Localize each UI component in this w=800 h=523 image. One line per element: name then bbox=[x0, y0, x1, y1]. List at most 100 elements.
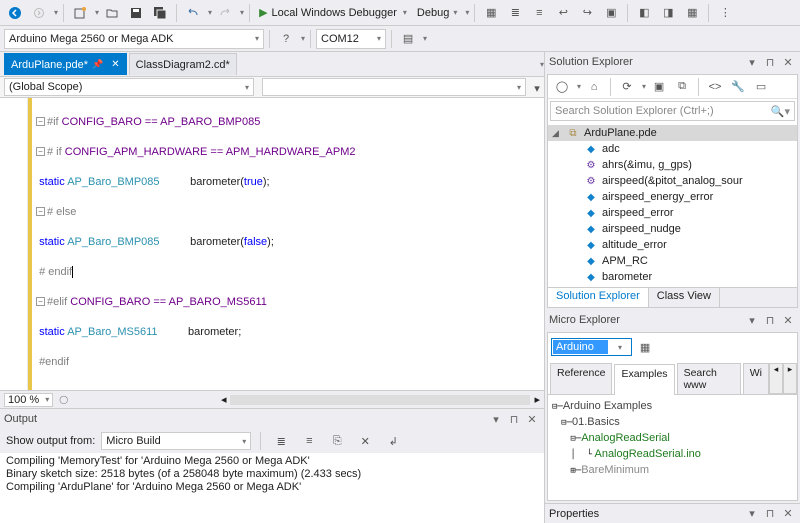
me-search-input[interactable] bbox=[553, 340, 608, 354]
redo-dropdown[interactable]: ▾ bbox=[240, 8, 244, 17]
tb-icon-8[interactable]: ◨ bbox=[657, 2, 679, 24]
se-search-input[interactable]: Search Solution Explorer (Ctrl+;) 🔍▾ bbox=[550, 101, 795, 121]
out-tool-1[interactable]: ≣ bbox=[270, 430, 292, 452]
tree-item[interactable]: ◆airspeed_error bbox=[548, 205, 797, 221]
me-tab-searchwww[interactable]: Search www bbox=[677, 363, 741, 394]
dropdown-icon[interactable]: ▾ bbox=[744, 507, 760, 520]
tb-icon-3[interactable]: ≡ bbox=[528, 2, 550, 24]
help-dropdown[interactable]: ▾ bbox=[301, 34, 305, 43]
tb-icon-7[interactable]: ◧ bbox=[633, 2, 655, 24]
serial-dropdown[interactable]: ▾ bbox=[423, 34, 427, 43]
no-issues-icon[interactable]: ◯ bbox=[59, 395, 68, 404]
pin-icon[interactable]: ⊓ bbox=[762, 507, 778, 520]
close-icon[interactable]: ✕ bbox=[111, 59, 119, 70]
tb-icon-9[interactable]: ▦ bbox=[681, 2, 703, 24]
save-button[interactable] bbox=[125, 2, 147, 24]
se-tree[interactable]: ◢ ⧉ ArduPlane.pde ◆adc⚙ahrs(&imu, g_gps)… bbox=[548, 123, 797, 287]
scope-select[interactable]: (Global Scope)▾ bbox=[4, 78, 254, 96]
nav-history-dropdown[interactable]: ▾ bbox=[54, 8, 58, 17]
h-scrollbar[interactable] bbox=[230, 395, 530, 405]
out-tool-3[interactable]: ⎘ bbox=[326, 430, 348, 452]
platform-select[interactable]: ▾ bbox=[465, 8, 469, 17]
se-code-button[interactable]: <> bbox=[705, 77, 725, 97]
config-select[interactable]: Debug▾ bbox=[413, 2, 461, 24]
nav-back-button[interactable] bbox=[4, 2, 26, 24]
se-preview-button[interactable]: ▭ bbox=[751, 77, 771, 97]
undo-dropdown[interactable]: ▾ bbox=[208, 8, 212, 17]
tab-overflow[interactable]: ▾ bbox=[540, 60, 544, 69]
tree-item[interactable]: ⚙airspeed(&pitot_analog_sour bbox=[548, 173, 797, 189]
editor-tab-arduplane[interactable]: ArduPlane.pde* 📌 ✕ bbox=[4, 53, 127, 75]
se-showall-button[interactable]: ⧉ bbox=[672, 77, 692, 97]
pin-icon[interactable]: ⊓ bbox=[762, 56, 778, 69]
tree-item[interactable]: ◆altitude_error bbox=[548, 237, 797, 253]
tree-root-arduplane[interactable]: ◢ ⧉ ArduPlane.pde bbox=[548, 125, 797, 141]
board-select[interactable]: Arduino Mega 2560 or Mega ADK▾ bbox=[4, 29, 264, 49]
new-project-button[interactable] bbox=[69, 2, 91, 24]
undo-button[interactable] bbox=[182, 2, 204, 24]
me-search-dropdown[interactable]: ▾ bbox=[610, 343, 630, 352]
tree-item[interactable]: ◆airspeed_energy_error bbox=[548, 189, 797, 205]
member-select[interactable]: ▾ bbox=[262, 78, 526, 96]
pin-icon[interactable]: ⊓ bbox=[506, 413, 522, 426]
tab-scroll-left[interactable]: ◂ bbox=[769, 363, 783, 394]
help-button[interactable]: ? bbox=[275, 28, 297, 50]
me-tab-reference[interactable]: Reference bbox=[550, 363, 612, 394]
tree-item[interactable]: ◆adc bbox=[548, 141, 797, 157]
se-properties-button[interactable]: 🔧 bbox=[728, 77, 748, 97]
serial-monitor-button[interactable]: ▤ bbox=[397, 28, 419, 50]
pin-icon[interactable]: ⊓ bbox=[762, 314, 778, 327]
editor-tab-classdiagram[interactable]: ClassDiagram2.cd* bbox=[129, 53, 237, 75]
view-tab-solution[interactable]: Solution Explorer bbox=[548, 288, 649, 307]
new-dropdown[interactable]: ▾ bbox=[95, 8, 99, 17]
close-icon[interactable]: ✕ bbox=[780, 56, 796, 69]
tab-scroll-right[interactable]: ▸ bbox=[783, 363, 797, 394]
split-icon[interactable]: ▾ bbox=[530, 77, 544, 99]
fold-icon[interactable] bbox=[36, 147, 45, 156]
dropdown-icon[interactable]: ▾ bbox=[488, 413, 504, 426]
se-back-button[interactable]: ◯ bbox=[552, 77, 572, 97]
me-go-button[interactable]: ▦ bbox=[634, 336, 656, 358]
tb-icon-4[interactable]: ↩ bbox=[552, 2, 574, 24]
tree-item[interactable]: ⚙ahrs(&imu, g_gps) bbox=[548, 157, 797, 173]
tree-item[interactable]: ◆airspeed_nudge bbox=[548, 221, 797, 237]
start-debug-button[interactable]: ▶ Local Windows Debugger ▾ bbox=[255, 2, 411, 24]
se-sync-button[interactable]: ⟳ bbox=[617, 77, 637, 97]
save-all-button[interactable] bbox=[149, 2, 171, 24]
com-port-select[interactable]: COM12▾ bbox=[316, 29, 386, 49]
zoom-select[interactable]: 100 %▾ bbox=[4, 393, 53, 407]
fold-icon[interactable] bbox=[36, 207, 45, 216]
hscroll-right[interactable]: ▸ bbox=[534, 393, 540, 406]
tb-icon-10[interactable]: ⋮ bbox=[714, 2, 736, 24]
me-tab-wi[interactable]: Wi bbox=[743, 363, 769, 394]
dropdown-icon[interactable]: ▾ bbox=[744, 314, 760, 327]
fold-icon[interactable] bbox=[36, 117, 45, 126]
tb-icon-6[interactable]: ▣ bbox=[600, 2, 622, 24]
out-tool-4[interactable]: ✕ bbox=[354, 430, 376, 452]
close-icon[interactable]: ✕ bbox=[780, 314, 796, 327]
hscroll-left[interactable]: ◂ bbox=[221, 393, 227, 406]
dropdown-icon[interactable]: ▾ bbox=[744, 56, 760, 69]
editor-tab-well: ArduPlane.pde* 📌 ✕ ClassDiagram2.cd* ▾ bbox=[0, 52, 544, 76]
tb-icon-5[interactable]: ↪ bbox=[576, 2, 598, 24]
me-tree[interactable]: ⊟─Arduino Examples ⊟─01.Basics ⊟─AnalogR… bbox=[548, 395, 797, 500]
se-home-button[interactable]: ⌂ bbox=[584, 77, 604, 97]
open-button[interactable] bbox=[101, 2, 123, 24]
view-tab-classview[interactable]: Class View bbox=[649, 288, 720, 307]
tree-item[interactable]: ◆barometer bbox=[548, 269, 797, 285]
redo-button[interactable] bbox=[214, 2, 236, 24]
fold-icon[interactable] bbox=[36, 297, 45, 306]
tb-icon-2[interactable]: ≣ bbox=[504, 2, 526, 24]
me-tab-examples[interactable]: Examples bbox=[614, 364, 674, 395]
se-collapse-button[interactable]: ▣ bbox=[649, 77, 669, 97]
out-tool-5[interactable]: ↲ bbox=[382, 430, 404, 452]
output-text[interactable]: Compiling 'MemoryTest' for 'Arduino Mega… bbox=[0, 453, 544, 523]
tree-item[interactable]: ◆APM_RC bbox=[548, 253, 797, 269]
output-source-select[interactable]: Micro Build▾ bbox=[101, 432, 251, 450]
tb-icon-1[interactable]: ▦ bbox=[480, 2, 502, 24]
close-icon[interactable]: ✕ bbox=[780, 507, 796, 520]
code-editor[interactable]: #if CONFIG_BARO == AP_BARO_BMP085 # if C… bbox=[0, 98, 544, 390]
nav-fwd-button[interactable] bbox=[28, 2, 50, 24]
close-icon[interactable]: ✕ bbox=[524, 413, 540, 426]
out-tool-2[interactable]: ≡ bbox=[298, 430, 320, 452]
